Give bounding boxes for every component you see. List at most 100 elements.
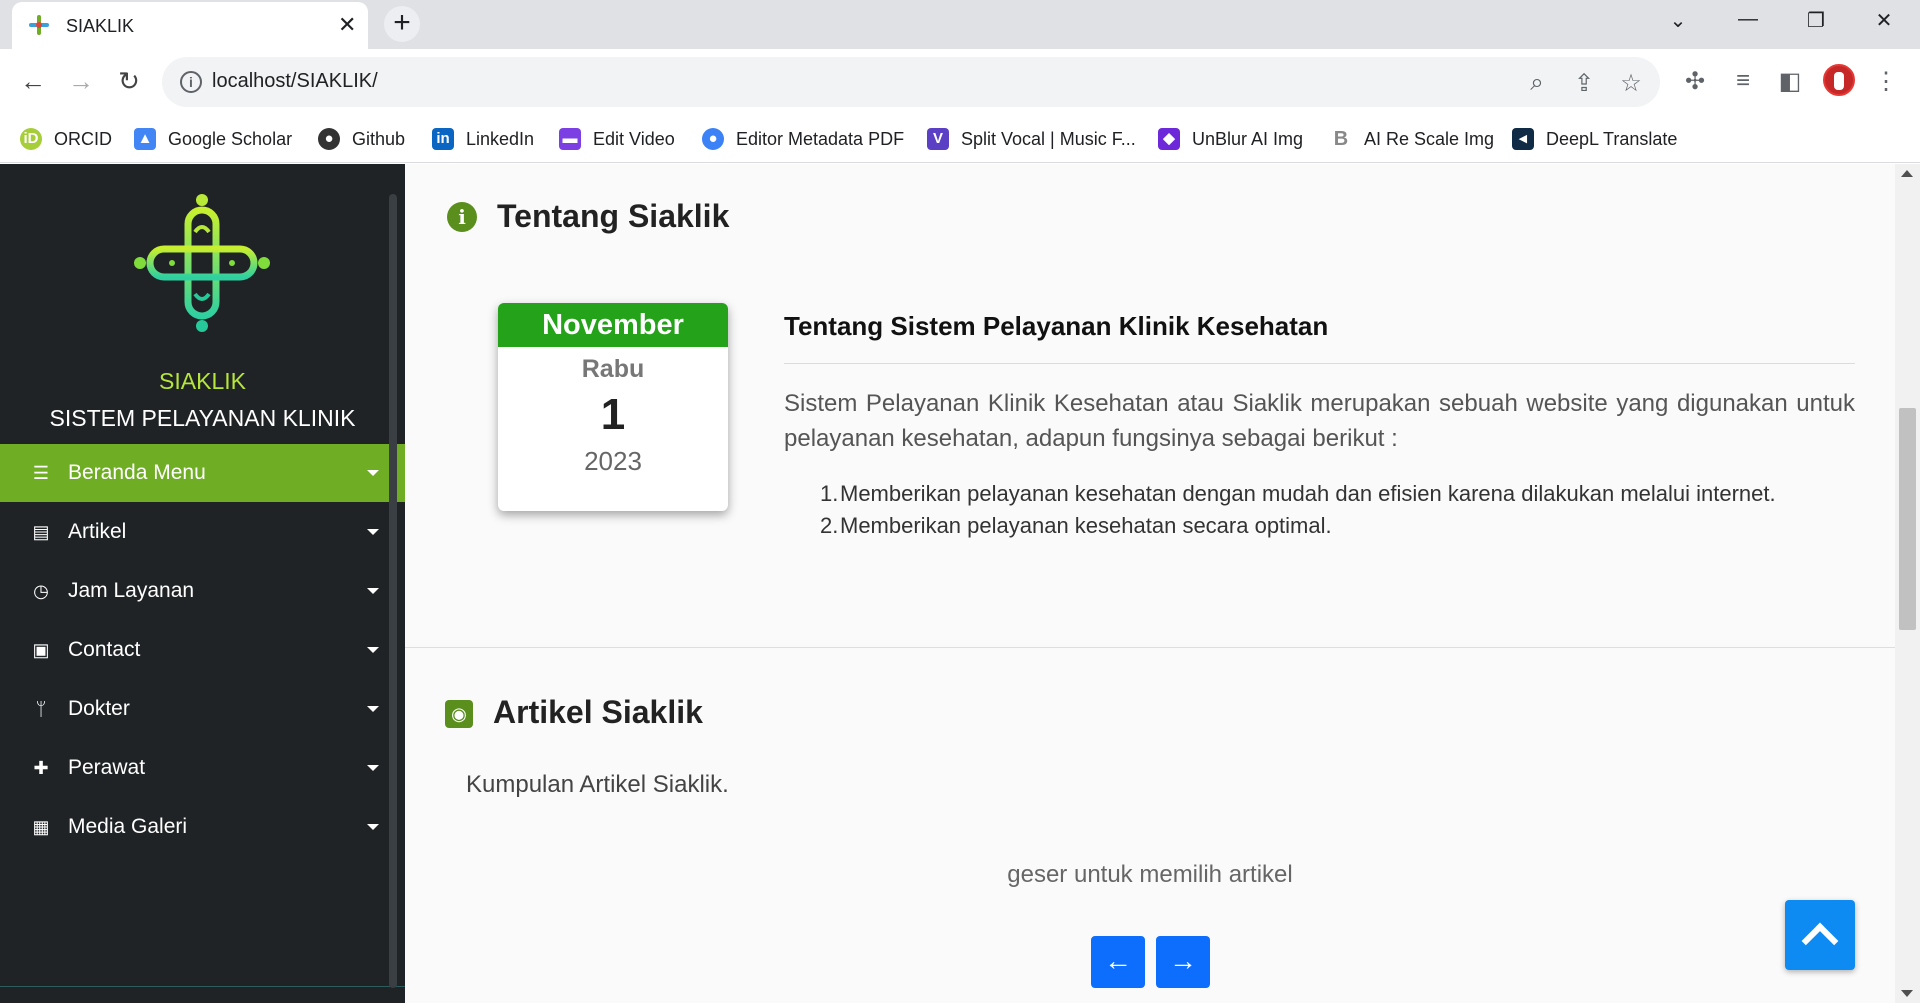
- sidebar-scrollbar[interactable]: [389, 194, 397, 988]
- stethoscope-icon: ᛘ: [35, 699, 47, 719]
- about-divider: [784, 363, 1855, 364]
- bookmark-ai-rescale[interactable]: B AI Re Scale Img: [1330, 125, 1494, 153]
- bookmark-label: ORCID: [54, 128, 112, 149]
- bookmark-github[interactable]: ● Github: [318, 125, 405, 153]
- sidebar-item-perawat[interactable]: ✚ Perawat: [0, 739, 405, 797]
- caret-down-icon: [367, 529, 379, 535]
- calendar-day: Rabu: [581, 355, 645, 383]
- tab-title: SIAKLIK: [66, 16, 135, 36]
- menu-kebab-icon[interactable]: ⋮: [1870, 67, 1902, 96]
- bookmark-label: Google Scholar: [168, 128, 293, 149]
- sidebar: SIAKLIK SISTEM PELAYANAN KLINIK KESEHATA…: [0, 164, 405, 1003]
- back-icon[interactable]: ←: [18, 67, 48, 97]
- bookmark-editor-metadata-pdf[interactable]: ● Editor Metadata PDF: [702, 125, 904, 153]
- bookmark-label: LinkedIn: [466, 128, 535, 149]
- list-item: 1. Memberikan pelayanan kesehatan dengan…: [820, 478, 1855, 510]
- bookmark-label: Split Vocal | Music F...: [961, 128, 1136, 149]
- forward-icon[interactable]: →: [66, 67, 96, 97]
- caret-down-icon: [367, 470, 379, 476]
- caret-down-icon: [367, 765, 379, 771]
- bookmark-edit-video[interactable]: ▬ Edit Video: [559, 125, 675, 153]
- browser-tab[interactable]: SIAKLIK ✕: [12, 2, 368, 49]
- people-icon: ●: [702, 128, 724, 150]
- site-info-icon[interactable]: i: [180, 71, 202, 93]
- address-bar[interactable]: i localhost/SIAKLIK/ ⌕ ⇪ ☆: [162, 57, 1660, 107]
- url-text[interactable]: localhost/SIAKLIK/: [212, 70, 378, 93]
- restore-button[interactable]: ❐: [1796, 8, 1836, 33]
- bookmark-linkedin[interactable]: in LinkedIn: [432, 125, 534, 153]
- sidebar-item-label: Dokter: [68, 697, 130, 720]
- scrollbar-thumb[interactable]: [1899, 408, 1916, 630]
- bookmark-label: AI Re Scale Img: [1364, 128, 1495, 149]
- next-article-button[interactable]: →: [1156, 936, 1210, 988]
- info-icon: i: [447, 202, 477, 232]
- siaklik-favicon-icon: [29, 15, 49, 35]
- v-icon: V: [927, 128, 949, 150]
- main-content: i Tentang Siaklik November Rabu 1 2023 T…: [405, 164, 1895, 1003]
- unblur-icon: ◆: [1158, 128, 1180, 150]
- sidebar-item-dokter[interactable]: ᛘ Dokter: [0, 680, 405, 738]
- sidebar-item-artikel[interactable]: ▤ Artikel: [0, 503, 405, 561]
- caret-down-icon: [367, 588, 379, 594]
- sidebar-item-label: Artikel: [68, 520, 127, 543]
- close-window-button[interactable]: ✕: [1864, 8, 1904, 33]
- prev-article-button[interactable]: ←: [1091, 936, 1145, 988]
- scroll-down-icon[interactable]: [1901, 990, 1913, 997]
- sidebar-item-label: Perawat: [68, 756, 146, 779]
- list-text: Memberikan pelayanan kesehatan secara op…: [840, 513, 1332, 538]
- reload-icon[interactable]: ↻: [114, 67, 144, 97]
- scroll-up-icon[interactable]: [1901, 170, 1913, 177]
- sidebar-divider: [0, 986, 405, 987]
- section-divider: [405, 647, 1895, 648]
- tab-close-icon[interactable]: ✕: [338, 12, 356, 38]
- articles-description: Kumpulan Artikel Siaklik.: [466, 771, 729, 798]
- images-icon: ▦: [32, 817, 50, 837]
- rss-icon: ◉: [445, 700, 473, 728]
- bookmark-split-vocal[interactable]: V Split Vocal | Music F...: [927, 125, 1136, 153]
- zoom-icon[interactable]: ⌕: [1522, 69, 1552, 97]
- clapper-icon: ▬: [559, 128, 581, 150]
- bookmark-unblur[interactable]: ◆ UnBlur AI Img: [1158, 125, 1303, 153]
- sidebar-item-jam-layanan[interactable]: ◷ Jam Layanan: [0, 562, 405, 620]
- bookmark-label: UnBlur AI Img: [1192, 128, 1304, 149]
- calendar-year: 2023: [584, 446, 642, 476]
- caret-down-icon: [367, 824, 379, 830]
- sidebar-item-contact[interactable]: ▣ Contact: [0, 621, 405, 679]
- extensions-icon[interactable]: ✣: [1679, 67, 1711, 96]
- media-control-icon[interactable]: ≡: [1727, 67, 1759, 95]
- list-item: 2. Memberikan pelayanan kesehatan secara…: [820, 510, 1855, 542]
- new-tab-button[interactable]: +: [384, 6, 420, 42]
- minimize-button[interactable]: —: [1728, 8, 1768, 31]
- sidebar-item-label: Media Galeri: [68, 815, 188, 838]
- bookmark-label: Github: [352, 128, 406, 149]
- deepl-icon: ◂: [1512, 128, 1534, 150]
- list-number: 2.: [820, 513, 839, 538]
- bookmark-label: Editor Metadata PDF: [736, 128, 905, 149]
- bookmark-deepl[interactable]: ◂ DeepL Translate: [1512, 125, 1677, 153]
- swipe-hint: geser untuk memilih artikel: [1007, 861, 1293, 888]
- chevron-up-icon: [1801, 922, 1839, 960]
- page-scrollbar[interactable]: [1895, 164, 1920, 1003]
- b-icon: B: [1333, 128, 1349, 150]
- back-to-top-button[interactable]: [1785, 900, 1855, 970]
- clock-icon: ◷: [33, 581, 49, 601]
- side-panel-icon[interactable]: ◧: [1774, 67, 1806, 96]
- orcid-icon: iD: [20, 128, 42, 150]
- sidebar-item-beranda-menu[interactable]: ☰ Beranda Menu: [0, 444, 405, 502]
- profile-avatar[interactable]: [1823, 64, 1855, 96]
- linkedin-icon: in: [432, 128, 454, 150]
- bookmark-orcid[interactable]: iD ORCID: [20, 125, 112, 153]
- medkit-icon: ✚: [33, 758, 49, 778]
- bookmark-google-scholar[interactable]: ▲ Google Scholar: [134, 125, 292, 153]
- sidebar-item-media-galeri[interactable]: ▦ Media Galeri: [0, 798, 405, 856]
- sidebar-item-label: Contact: [68, 638, 141, 661]
- siaklik-logo: [134, 194, 270, 332]
- tab-strip: SIAKLIK ✕ + ⌄ — ❐ ✕: [0, 0, 1920, 49]
- about-list: 1. Memberikan pelayanan kesehatan dengan…: [820, 478, 1855, 542]
- share-icon[interactable]: ⇪: [1569, 69, 1599, 98]
- calendar-month: November: [498, 303, 728, 347]
- bookmark-star-icon[interactable]: ☆: [1616, 69, 1646, 98]
- tab-search-icon[interactable]: ⌄: [1658, 8, 1698, 33]
- brand-name: SIAKLIK: [159, 368, 246, 394]
- caret-down-icon: [367, 706, 379, 712]
